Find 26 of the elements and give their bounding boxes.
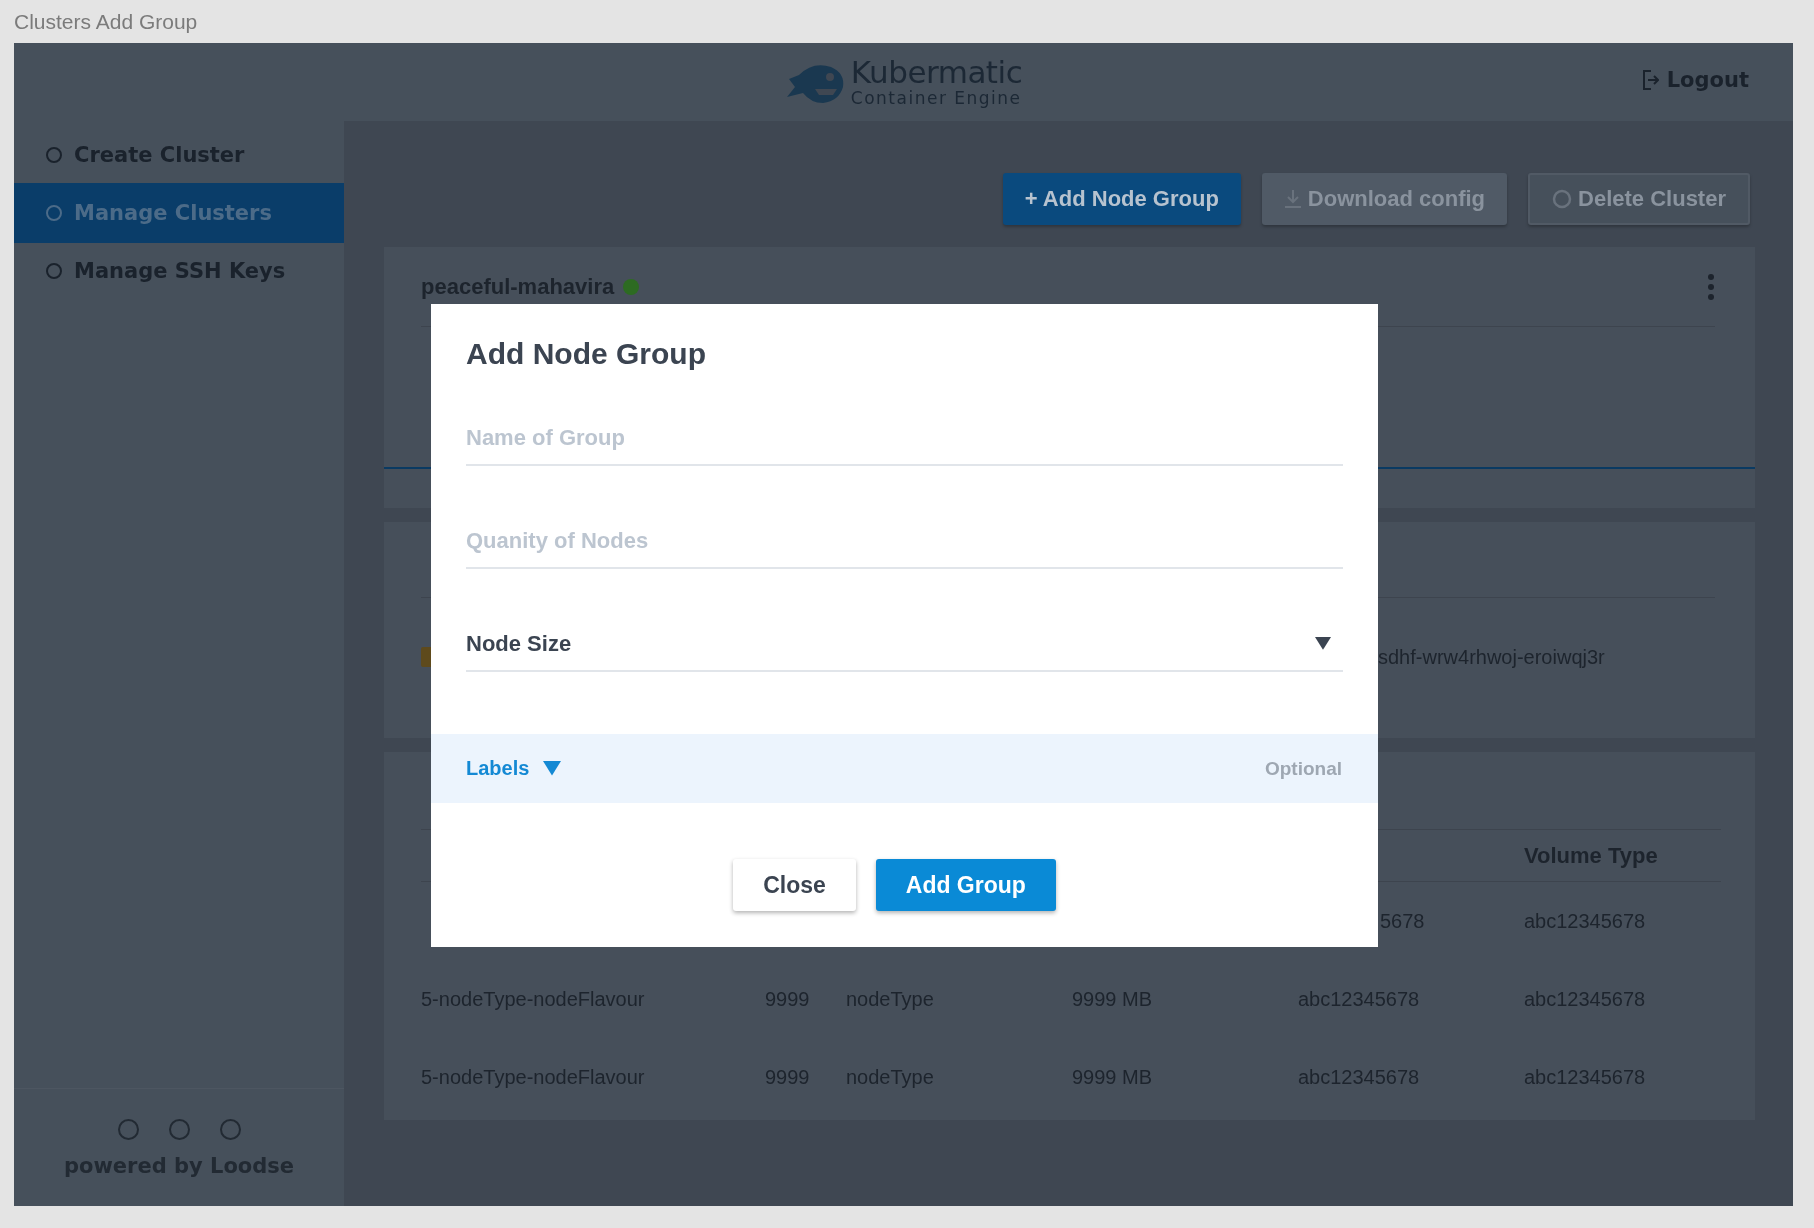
circle-icon (117, 1119, 139, 1140)
circle-icon (46, 263, 62, 279)
dialog-title: Add Node Group (466, 336, 707, 372)
dialog-button[interactable]: Add Group (875, 859, 1056, 911)
toolbar-button[interactable]: Download config (1261, 173, 1508, 225)
input-field[interactable]: Name of Group (466, 411, 1343, 466)
input-field[interactable]: Quanity of Nodes (466, 514, 1343, 569)
sidebar-item[interactable]: Manage Clusters (14, 183, 344, 243)
circle-icon (168, 1119, 190, 1140)
more-icon[interactable] (1707, 273, 1715, 300)
toolbar-button[interactable]: Delete Cluster (1528, 173, 1750, 225)
circle-icon (46, 147, 62, 163)
status-dot-icon (622, 277, 641, 296)
caret-icon (1315, 637, 1331, 650)
circle-icon (1552, 189, 1573, 209)
labels-toggle[interactable]: Labels (466, 757, 562, 780)
caret-icon (543, 761, 562, 776)
logout-icon (1642, 70, 1659, 90)
circle-icon (46, 205, 62, 221)
circle-icon (219, 1119, 241, 1140)
optional-text: Optional (1264, 757, 1342, 780)
toolbar-button[interactable]: + Add Node Group (1002, 173, 1241, 225)
dialog-button[interactable]: Close (733, 859, 856, 911)
node-size-select[interactable]: Node Size (466, 617, 1343, 672)
page-title: Clusters Add Group (14, 9, 198, 34)
download-icon (1283, 189, 1302, 209)
